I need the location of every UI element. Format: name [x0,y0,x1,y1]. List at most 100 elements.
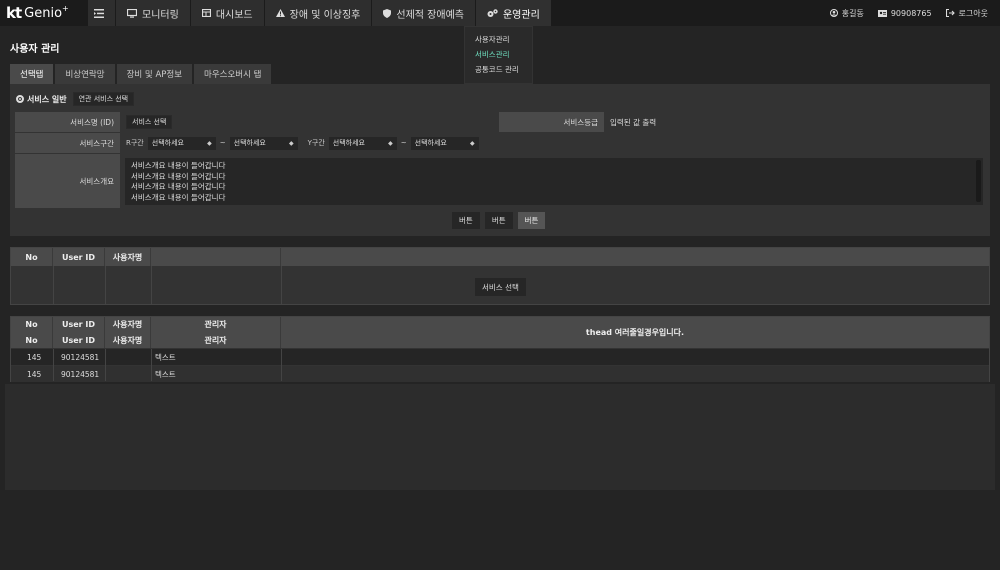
tab-equipment-ap[interactable]: 장비 및 AP정보 [116,64,193,84]
col-header-user-name[interactable]: 사용자명 [105,317,151,332]
action-button-1[interactable]: 버튼 [452,212,480,229]
action-button-2[interactable]: 버튼 [484,212,513,229]
updown-arrow-icon: ◆ [207,139,212,147]
radio-row: 서비스 일반 연관 서비스 선택 [16,92,135,106]
updown-arrow-icon: ◆ [470,139,475,147]
operations-dropdown-menu: 사용자관리 서비스관리 공통코드 관리 [464,26,533,84]
column-divider [53,349,54,381]
r-range-end-select[interactable]: 선택하세요 ◆ [229,136,298,150]
service-form-panel: 서비스 일반 연관 서비스 선택 서비스명 (ID) 서비스 선택 서비스등급 … [10,84,990,236]
dashboard-icon [201,9,211,17]
user-name-label: 홍길동 [841,8,864,18]
textarea-scrollbar[interactable] [976,160,981,202]
col-header-no[interactable]: No [11,332,53,348]
main-nav: 모니터링 대시보드 장애 및 이상징후 선제적 장애예측 운영관리 [88,0,552,26]
range-label: 서비스구간 [15,133,120,153]
col-header-user-id[interactable]: User ID [53,317,105,332]
user-icon [829,9,838,17]
cell-user-id: 90124581 [61,369,100,379]
user-name[interactable]: 홍길동 [829,8,864,19]
column-divider [151,266,152,304]
col-header-no[interactable]: No [11,248,53,266]
action-button-3[interactable]: 버튼 [517,212,546,229]
tilde: ~ [219,139,226,147]
cell-admin: 텍스트 [155,369,176,379]
r-range-label: R구간 [126,139,144,147]
service-form: 서비스명 (ID) 서비스 선택 서비스등급 입력된 값 출력 서비스구간 R구… [15,112,983,208]
nav-operations[interactable]: 운영관리 [475,0,552,26]
logout-icon [945,9,955,17]
select-value: 선택하세요 [151,139,184,147]
nav-label: 모니터링 [142,9,179,21]
nav-label: 장애 및 이상징후 [289,9,361,21]
radio-label: 서비스 일반 [27,94,67,104]
select-value: 선택하세요 [414,139,447,147]
tilde: ~ [400,139,407,147]
tab-emergency-contacts[interactable]: 비상연락망 [55,64,115,84]
column-divider [53,266,54,304]
select-value: 선택하세요 [332,139,365,147]
tab-mouseover[interactable]: 마우스오버시 탭 [194,64,272,84]
user-area: 홍길동 90908765 로그아웃 [816,0,988,26]
y-range-start-select[interactable]: 선택하세요 ◆ [328,136,397,150]
nav-dashboard[interactable]: 대시보드 [190,0,265,26]
col-header-user-id[interactable]: User ID [53,248,105,266]
col-header-user-name[interactable]: 사용자명 [105,248,151,266]
r-range-start-select[interactable]: 선택하세요 ◆ [147,136,216,150]
dropdown-item-user-management[interactable]: 사용자관리 [475,32,522,47]
table-row[interactable]: 145 90124581 텍스트 [11,366,989,382]
tab-selected[interactable]: 선택탭 [10,64,54,84]
summary-textarea[interactable]: 서비스개요 내용이 들어갑니다 서비스개요 내용이 들어갑니다 서비스개요 내용… [125,158,983,205]
summary-label: 서비스개요 [15,154,120,208]
table-service-select-button[interactable]: 서비스 선택 [475,278,526,296]
gears-icon [487,8,498,17]
select-value: 선택하세요 [233,139,266,147]
grade-label: 서비스등급 [499,112,604,132]
menu-icon [94,8,104,18]
summary-line: 서비스개요 내용이 들어갑니다 [131,171,226,181]
nav-label: 운영관리 [502,9,540,21]
dropdown-item-service-management[interactable]: 서비스관리 [475,47,522,62]
user-table-1: No User ID 사용자명 서비스 선택 [10,247,990,305]
service-general-radio[interactable] [16,95,24,103]
col-header-empty [151,248,281,266]
cell-no: 145 [27,369,42,379]
tab-bar: 선택탭 비상연락망 장비 및 AP정보 마우스오버시 탭 [10,64,273,84]
summary-line: 서비스개요 내용이 들어갑니다 [131,192,226,202]
updown-arrow-icon: ◆ [289,139,294,147]
related-service-button[interactable]: 연관 서비스 선택 [72,92,135,106]
nav-monitoring[interactable]: 모니터링 [116,0,191,26]
logout-button[interactable]: 로그아웃 [945,8,988,19]
action-buttons: 버튼 버튼 버튼 [452,212,550,229]
logo-name: Genio [24,5,63,21]
col-header-admin[interactable]: 관리자 [151,332,281,348]
table-row[interactable]: 145 90124581 텍스트 [11,349,989,365]
col-header-user-id[interactable]: User ID [53,332,105,348]
nav-prediction[interactable]: 선제적 장애예측 [372,0,476,26]
cell-admin: 텍스트 [155,352,176,362]
service-select-button[interactable]: 서비스 선택 [126,115,173,129]
col-header-user-name[interactable]: 사용자명 [105,332,151,348]
monitor-icon [127,8,137,18]
cell-no: 145 [27,352,42,362]
col-header-no[interactable]: No [11,317,53,332]
menu-toggle-button[interactable] [88,0,116,26]
app-logo[interactable]: kt Genio + [6,4,69,23]
updown-arrow-icon: ◆ [388,139,393,147]
empty-content-area [5,384,995,490]
thead-note: thead 여러줄일경우입니다. [281,317,989,348]
nav-label: 선제적 장애예측 [396,9,464,21]
user-id: 90908765 [877,9,932,18]
dropdown-item-code-management[interactable]: 공통코드 관리 [475,62,522,77]
nav-incidents[interactable]: 장애 및 이상징후 [264,0,373,26]
range-cell: R구간 선택하세요 ◆ ~ 선택하세요 ◆ Y구간 선택하세요 ◆ ~ 선택하세요 ◆ [120,133,981,153]
summary-line: 서비스개요 내용이 들어갑니다 [131,182,226,191]
y-range-end-select[interactable]: 선택하세요 ◆ [410,136,479,150]
id-card-icon [877,9,887,17]
user-table-2: No User ID 사용자명 관리자 No User ID 사용자명 관리자 … [10,316,990,382]
column-divider [105,266,106,304]
col-header-admin[interactable]: 관리자 [151,317,281,332]
top-bar: kt Genio + 모니터링 대시보드 장애 및 이상징후 선제적 장애예측 … [0,0,1000,26]
column-divider [151,349,152,381]
grade-value: 입력된 값 출력 [604,112,981,132]
